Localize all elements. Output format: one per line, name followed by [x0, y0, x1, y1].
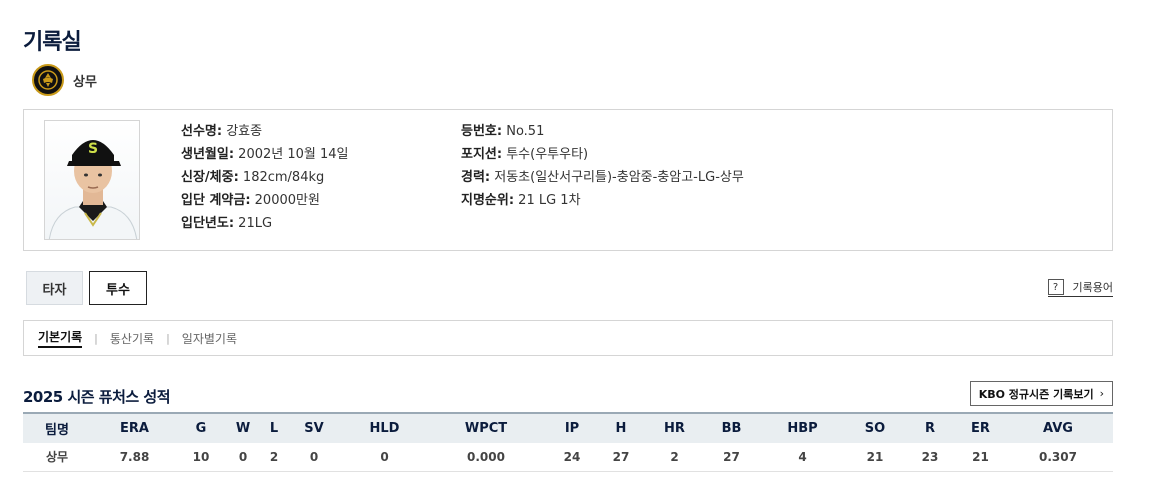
team-header: 상무	[32, 64, 97, 96]
tab-pitcher[interactable]: 투수	[89, 271, 147, 305]
table-cell: 23	[902, 443, 958, 472]
info-career: 경력: 저동초(일산서구리틀)-충암중-충암고-LG-상무	[461, 170, 744, 185]
column-header: SV	[286, 412, 342, 443]
table-cell: 2	[643, 443, 706, 472]
column-header: H	[599, 412, 643, 443]
kbo-regular-season-button[interactable]: KBO 정규시즌 기록보기 ›	[969, 381, 1113, 406]
question-icon: ?	[1047, 279, 1064, 295]
table-cell: 0	[224, 443, 262, 472]
table-cell: 2	[262, 443, 286, 472]
table-cell: 0.000	[427, 443, 545, 472]
info-birthdate: 생년월일: 2002년 10월 14일	[181, 147, 349, 162]
table-cell: 27	[706, 443, 757, 472]
chevron-right-icon: ›	[1099, 387, 1104, 400]
record-subtabs: 기본기록 | 통산기록 | 일자별기록	[23, 320, 1113, 356]
table-cell: 0.307	[1003, 443, 1113, 472]
column-header: W	[224, 412, 262, 443]
table-cell: 4	[757, 443, 848, 472]
kbo-link-label: KBO 정규시즌 기록보기	[978, 387, 1094, 401]
column-header: IP	[545, 412, 599, 443]
svg-text:S: S	[88, 141, 98, 157]
info-back-number: 등번호: No.51	[461, 124, 545, 139]
info-height-weight: 신장/체중: 182cm/84kg	[181, 170, 325, 185]
column-header: G	[178, 412, 224, 443]
info-signing-bonus: 입단 계약금: 20000만원	[181, 193, 320, 208]
column-header: HLD	[342, 412, 427, 443]
info-draft-rank: 지명순위: 21 LG 1차	[461, 193, 581, 208]
table-cell: 0	[286, 443, 342, 472]
table-cell: 27	[599, 443, 643, 472]
table-cell: 7.88	[91, 443, 178, 472]
glossary-label: 기록용어	[1072, 281, 1113, 294]
column-header: R	[902, 412, 958, 443]
info-name: 선수명: 강효종	[181, 124, 263, 139]
column-header: WPCT	[427, 412, 545, 443]
page-title: 기록실	[23, 30, 82, 55]
column-header: ER	[958, 412, 1003, 443]
player-profile: S 선수명: 강효종 생년월일: 2002년 10월 14일 신장/체중: 18…	[23, 109, 1113, 251]
column-header: HR	[643, 412, 706, 443]
table-cell: 21	[958, 443, 1003, 472]
subtab-career-record[interactable]: 통산기록	[110, 330, 154, 347]
divider: |	[166, 331, 170, 345]
info-entry-year: 입단년도: 21LG	[181, 216, 273, 231]
info-position: 포지션: 투수(우투우타)	[461, 147, 589, 162]
glossary-link[interactable]: ? 기록용어	[1047, 279, 1113, 297]
tab-batter[interactable]: 타자	[26, 271, 83, 305]
table-cell: 24	[545, 443, 599, 472]
column-header: L	[262, 412, 286, 443]
player-info-left: 선수명: 강효종 생년월일: 2002년 10월 14일 신장/체중: 182c…	[181, 120, 349, 235]
column-header: AVG	[1003, 412, 1113, 443]
column-header: ERA	[91, 412, 178, 443]
table-cell: 0	[342, 443, 427, 472]
season-title: 2025 시즌 퓨처스 성적	[23, 388, 171, 406]
table-header-row: 팀명 ERA G W L SV HLD WPCT IP H HR BB HBP …	[23, 412, 1113, 443]
column-header: 팀명	[23, 412, 91, 443]
subtab-daily-record[interactable]: 일자별기록	[182, 330, 237, 347]
divider: |	[94, 331, 98, 345]
sangmu-emblem-icon	[32, 64, 64, 96]
season-stats-table: 팀명 ERA G W L SV HLD WPCT IP H HR BB HBP …	[23, 412, 1113, 472]
column-header: SO	[848, 412, 902, 443]
table-cell: 21	[848, 443, 902, 472]
table-cell: 10	[178, 443, 224, 472]
player-photo: S	[44, 120, 140, 240]
column-header: HBP	[757, 412, 848, 443]
column-header: BB	[706, 412, 757, 443]
team-name: 상무	[73, 74, 97, 90]
table-cell: 상무	[23, 443, 91, 472]
subtab-basic-record[interactable]: 기본기록	[38, 328, 83, 348]
player-info-right: 등번호: No.51 포지션: 투수(우투우타) 경력: 저동초(일산서구리틀)…	[461, 120, 744, 212]
table-row: 상무 7.88 10 0 2 0 0 0.000 24 27 2 27 4 21…	[23, 443, 1113, 472]
